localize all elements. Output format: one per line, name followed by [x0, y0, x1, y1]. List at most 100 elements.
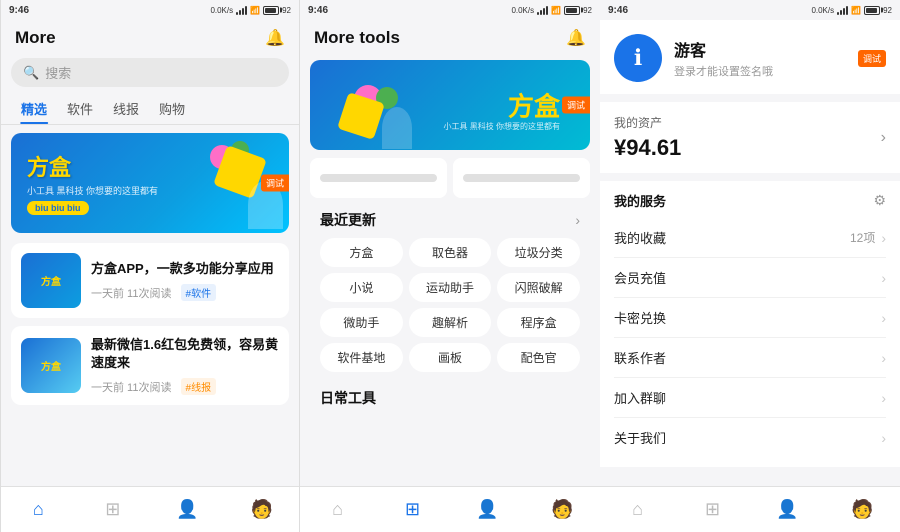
tool-tag-1[interactable]: 取色器 [409, 238, 492, 267]
nav-home-1[interactable]: ⌂ [1, 499, 76, 520]
battery-icon-3 [864, 6, 880, 15]
service-count-0: 12项 [850, 229, 875, 246]
nav-person-1[interactable]: 🧑 [225, 499, 300, 520]
home-icon-1: ⌂ [33, 499, 44, 520]
status-icons-2: 0.0K/s 📶 92 [511, 5, 592, 15]
status-bar-1: 9:46 0.0K/s 📶 92 [1, 0, 299, 20]
profile-header: ℹ 游客 登录才能设置签名哦 调试 [600, 20, 900, 94]
profile-info: 游客 登录才能设置签名哦 [674, 37, 773, 79]
time-2: 9:46 [308, 5, 328, 16]
debug-badge-3[interactable]: 调试 [858, 50, 886, 67]
panel2-banner[interactable]: 方盒 小工具 黑科技 你想要的这里都有 调试 [310, 60, 590, 150]
panel1-title: More [15, 28, 56, 48]
debug-badge-2[interactable]: 调试 [562, 97, 590, 114]
tools-preview-grid [310, 158, 590, 198]
network-speed-2: 0.0K/s [511, 6, 534, 15]
wifi-icon-1: 📶 [250, 6, 260, 15]
service-title: 我的服务 [614, 191, 666, 210]
tab-gouwu[interactable]: 购物 [149, 95, 195, 124]
asset-info: 我的资产 ¥94.61 [614, 114, 681, 161]
tab-ruanjian[interactable]: 软件 [57, 95, 103, 124]
nav-person-2[interactable]: 🧑 [525, 499, 600, 520]
preview-card-1 [310, 158, 447, 198]
service-row-0[interactable]: 我的收藏 12项 › [614, 218, 886, 258]
username: 游客 [674, 37, 773, 61]
search-bar-1[interactable]: 🔍 搜索 [11, 58, 289, 87]
article-item-0[interactable]: 方盒 方盒APP，一款多功能分享应用 一天前 11次阅读 #软件 [11, 243, 289, 318]
nav-home-3[interactable]: ⌂ [600, 499, 675, 520]
bell-icon-1[interactable]: 🔔 [265, 28, 285, 48]
service-row-4[interactable]: 加入群聊 › [614, 378, 886, 418]
banner-content-1: 方盒 小工具 黑科技 你想要的这里都有 biu biu biu [27, 150, 158, 216]
panel-more-tools: 9:46 0.0K/s 📶 92 More tools 🔔 方盒 小工具 黑科技… [300, 0, 600, 532]
user-subtitle: 登录才能设置签名哦 [674, 63, 773, 79]
tab-xianbao[interactable]: 线报 [103, 95, 149, 124]
service-row-1[interactable]: 会员充值 › [614, 258, 886, 298]
tool-tag-7[interactable]: 趣解析 [409, 308, 492, 337]
tool-tag-8[interactable]: 程序盒 [497, 308, 580, 337]
search-icon-1: 🔍 [23, 65, 39, 81]
panel-more: 9:46 0.0K/s 📶 92 More 🔔 🔍 搜索 精选 软件 线报 购物… [0, 0, 300, 532]
gear-icon[interactable]: ⚙ [873, 192, 886, 209]
article-item-1[interactable]: 方盒 最新微信1.6红包免费领，容易黄速度来 一天前 11次阅读 #线报 [11, 326, 289, 405]
asset-card[interactable]: 我的资产 ¥94.61 › [600, 102, 900, 173]
nav-add-1[interactable]: 👤 [150, 499, 225, 520]
service-label-0: 我的收藏 [614, 228, 666, 247]
article-title-1: 最新微信1.6红包免费领，容易黄速度来 [91, 336, 279, 372]
service-row-3[interactable]: 联系作者 › [614, 338, 886, 378]
time-3: 9:46 [608, 5, 628, 16]
signal-icon-1 [236, 5, 247, 15]
preview-card-2 [453, 158, 590, 198]
tools-banner-sub: 小工具 黑科技 你想要的这里都有 [444, 121, 560, 132]
tool-tag-4[interactable]: 运动助手 [409, 273, 492, 302]
service-label-2: 卡密兑换 [614, 308, 666, 327]
add-person-icon-3: 👤 [776, 499, 798, 520]
tool-tag-6[interactable]: 微助手 [320, 308, 403, 337]
service-card: 我的服务 ⚙ 我的收藏 12项 › 会员充值 › 卡密兑换 › 联系作者 [600, 181, 900, 467]
article-thumb-0: 方盒 [21, 253, 81, 308]
nav-add-2[interactable]: 👤 [450, 499, 525, 520]
panel2-header: More tools 🔔 [300, 20, 600, 54]
service-row-5[interactable]: 关于我们 › [614, 418, 886, 457]
article-tag-1: #线报 [181, 378, 217, 395]
tool-tag-3[interactable]: 小说 [320, 273, 403, 302]
bell-icon-2[interactable]: 🔔 [566, 28, 586, 48]
nav-add-3[interactable]: 👤 [750, 499, 825, 520]
nav-grid-3[interactable]: ⊞ [675, 499, 750, 520]
panel1-banner[interactable]: 方盒 小工具 黑科技 你想要的这里都有 biu biu biu 调试 [11, 133, 289, 233]
service-chevron-3: › [881, 350, 886, 366]
debug-badge-1[interactable]: 调试 [261, 175, 289, 192]
battery-pct-2: 92 [583, 6, 592, 15]
article-thumb-1: 方盒 [21, 338, 81, 393]
wifi-icon-2: 📶 [551, 6, 561, 15]
tools-tag-grid: 方盒 取色器 垃圾分类 小说 运动助手 闪照破解 微助手 趣解析 程序盒 软件基… [310, 238, 590, 382]
service-chevron-1: › [881, 270, 886, 286]
nav-person-3[interactable]: 🧑 [825, 499, 900, 520]
grid-icon-1: ⊞ [105, 499, 120, 520]
nav-grid-1[interactable]: ⊞ [76, 499, 151, 520]
battery-icon-2 [564, 6, 580, 15]
tool-tag-9[interactable]: 软件基地 [320, 343, 403, 372]
tool-tag-10[interactable]: 画板 [409, 343, 492, 372]
recent-arrow: › [575, 212, 580, 228]
service-row-2[interactable]: 卡密兑换 › [614, 298, 886, 338]
tool-tag-5[interactable]: 闪照破解 [497, 273, 580, 302]
tool-tag-2[interactable]: 垃圾分类 [497, 238, 580, 267]
tool-tag-11[interactable]: 配色官 [497, 343, 580, 372]
banner-btn-1[interactable]: biu biu biu [27, 201, 89, 215]
home-icon-2: ⌂ [332, 499, 343, 520]
daily-title: 日常工具 [310, 382, 590, 412]
recent-section-header: 最近更新 › [310, 206, 590, 238]
tool-tag-0[interactable]: 方盒 [320, 238, 403, 267]
bottom-nav-1: ⌂ ⊞ 👤 🧑 [1, 486, 299, 532]
service-label-5: 关于我们 [614, 428, 666, 447]
asset-value: ¥94.61 [614, 135, 681, 161]
tab-jingxuan[interactable]: 精选 [11, 95, 57, 124]
nav-home-2[interactable]: ⌂ [300, 499, 375, 520]
nav-grid-2[interactable]: ⊞ [375, 499, 450, 520]
status-bar-2: 9:46 0.0K/s 📶 92 [300, 0, 600, 20]
add-person-icon-1: 👤 [176, 499, 198, 520]
asset-arrow: › [881, 129, 886, 147]
service-label-4: 加入群聊 [614, 388, 666, 407]
avatar: ℹ [614, 34, 662, 82]
